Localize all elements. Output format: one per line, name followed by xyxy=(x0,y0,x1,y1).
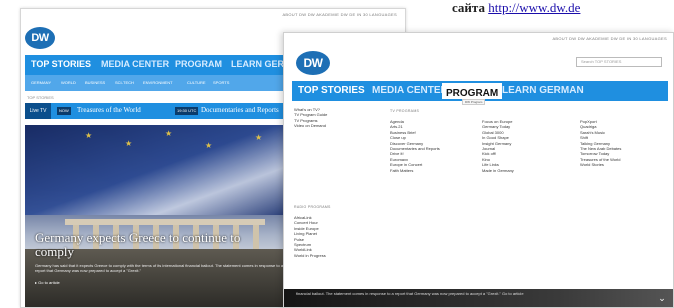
menu-link[interactable]: World in Progress xyxy=(294,253,384,258)
now-badge: NOW xyxy=(57,107,71,115)
subnav-item[interactable]: SCI-TECH xyxy=(115,80,134,85)
left-links: What's on TV? TV Program Guide TV Progra… xyxy=(294,107,364,129)
search-input[interactable]: Search TOP STORIES xyxy=(576,57,662,67)
next-time-badge: 19:30 UTC xyxy=(175,107,199,115)
subnav-item[interactable]: SPORTS xyxy=(213,80,229,85)
dw-logo[interactable]: DW xyxy=(25,27,55,49)
nav-top-stories[interactable]: TOP STORIES xyxy=(298,85,365,96)
top-links[interactable]: ABOUT DW DW AKADEMIE DW DE IN 30 LANGUAG… xyxy=(552,36,667,41)
subnav-item[interactable]: CULTURE xyxy=(187,80,206,85)
radio-programs-heading: RADIO PROGRAMS xyxy=(294,205,331,209)
tv-programs-column-2: Focus on Europe Germany Today Global 300… xyxy=(482,119,572,173)
subnav-item[interactable]: WORLD xyxy=(61,80,76,85)
go-to-article-label: Go to article xyxy=(38,280,60,285)
menu-link[interactable]: World Stories xyxy=(580,162,670,167)
next-program-link[interactable]: Documentaries and Reports xyxy=(201,106,279,114)
menu-link[interactable]: Made in Germany xyxy=(482,168,572,173)
star-icon: ★ xyxy=(165,129,173,138)
radio-programs-column: AfricaLink Concert Hour Inside Europe Li… xyxy=(294,215,384,258)
menu-link[interactable]: Faith Matters xyxy=(390,168,480,173)
program-mega-menu: What's on TV? TV Program Guide TV Progra… xyxy=(294,107,664,307)
star-icon: ★ xyxy=(125,139,133,148)
hero-teaser: Germany has said that it expects Greece … xyxy=(35,263,284,273)
subnav-item[interactable]: GERMANY xyxy=(31,80,51,85)
tv-programs-column-1: Agenda Arts.21 Business Brief Close up D… xyxy=(390,119,480,173)
hero-strip-text: financial bailout. The statement comes i… xyxy=(296,291,524,296)
nav-program-active[interactable]: PROGRAM xyxy=(442,83,503,99)
subnav-item[interactable]: BUSINESS xyxy=(85,80,105,85)
go-to-article-link[interactable]: ▸ Go to article xyxy=(35,280,60,285)
tv-programs-column-3: PopXport Quadriga Sarah's Music Shift Ta… xyxy=(580,119,670,168)
chevron-down-icon[interactable]: ⌄ xyxy=(655,293,669,303)
program-tooltip: DW Program xyxy=(462,99,486,105)
nav-top-stories[interactable]: TOP STORIES xyxy=(31,59,91,69)
menu-link[interactable]: Video on Demand xyxy=(294,123,364,128)
subnav-item[interactable]: ENVIRONMENT xyxy=(143,80,173,85)
star-icon: ★ xyxy=(255,133,263,142)
star-icon: ★ xyxy=(205,141,213,150)
nav-media-center[interactable]: MEDIA CENTER xyxy=(101,59,169,69)
top-links[interactable]: ABOUT DW DW AKADEMIE DW DE IN 30 LANGUAG… xyxy=(282,12,397,17)
caption-url-link[interactable]: http://www.dw.de xyxy=(488,0,580,15)
hero-headline[interactable]: Germany expects Greece to continue to co… xyxy=(35,231,275,259)
hero-strip: financial bailout. The statement comes i… xyxy=(284,289,673,307)
dw-logo[interactable]: DW xyxy=(296,51,330,75)
nav-program: PROGRAM xyxy=(446,88,499,99)
live-tv-button[interactable]: Live TV xyxy=(25,103,51,119)
star-icon: ★ xyxy=(85,131,93,140)
caption: сайта http://www.dw.de xyxy=(452,0,674,16)
nav-program[interactable]: PROGRAM xyxy=(175,59,222,69)
caption-text: сайта xyxy=(452,0,489,15)
breadcrumb: TOP STORIES xyxy=(27,95,54,100)
now-program-link[interactable]: Treasures of the World xyxy=(77,106,141,114)
nav-media-center[interactable]: MEDIA CENTER xyxy=(372,85,448,96)
nav-learn-german[interactable]: LEARN GERMAN xyxy=(502,85,584,96)
front-window: ABOUT DW DW AKADEMIE DW DE IN 30 LANGUAG… xyxy=(283,32,674,308)
tv-programs-heading: TV PROGRAMS xyxy=(390,109,420,113)
main-nav: TOP STORIES MEDIA CENTER PROGRAM LEARN G… xyxy=(292,81,668,101)
